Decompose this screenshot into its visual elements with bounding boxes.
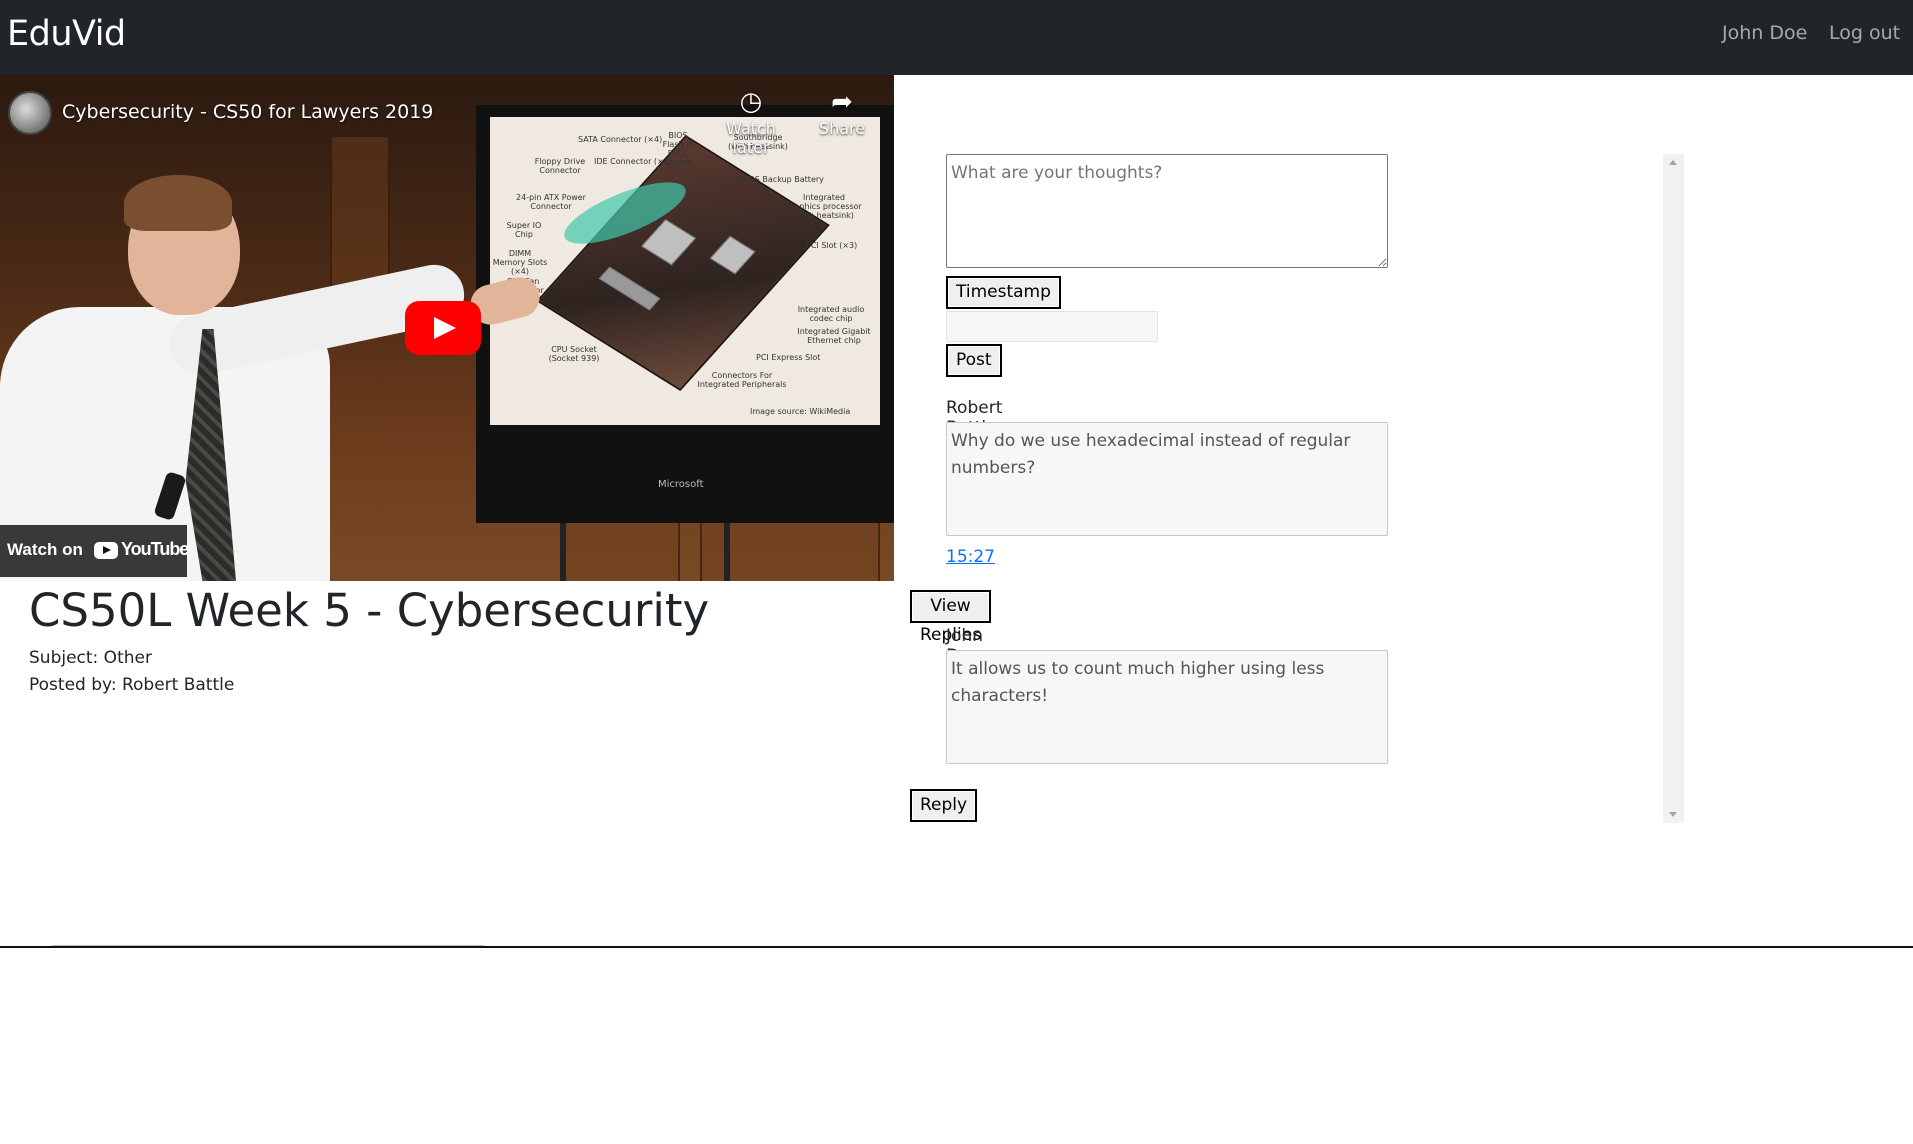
slide-label: Connectors For Integrated Peripherals <box>697 371 787 389</box>
play-button[interactable] <box>405 301 481 355</box>
share-arrow-icon: ➦ <box>831 87 853 117</box>
timestamp-button[interactable]: Timestamp <box>946 276 1061 309</box>
page-title: CS50L Week 5 - Cybersecurity <box>29 584 710 637</box>
reply-button[interactable]: Reply <box>910 789 978 822</box>
microsoft-label: Microsoft <box>658 479 704 490</box>
share-label: Share <box>818 119 866 138</box>
page-divider <box>0 946 1913 948</box>
comment-text: Why do we use hexadecimal instead of reg… <box>946 422 1388 536</box>
slide-label: CPU Socket (Socket 939) <box>548 345 600 363</box>
page-divider-highlight <box>52 945 484 946</box>
comments-scrollbar[interactable] <box>1663 154 1684 823</box>
presentation-screen: SATA Connector (×4) BIOS Flash in PLCC S… <box>476 105 894 523</box>
slide-label: Image source: WikiMedia <box>750 407 851 416</box>
share-button[interactable]: ➦ Share <box>797 85 887 138</box>
video-posted-by: Posted by: Robert Battle <box>29 675 235 695</box>
slide-label: IDE Connector (×2) <box>594 157 672 166</box>
video-title[interactable]: Cybersecurity - CS50 for Lawyers 2019 <box>62 101 433 123</box>
navbar: EduVid John Doe Log out <box>0 0 1913 75</box>
slide-label: PCI Slot (×3) <box>806 241 858 250</box>
wood-panel <box>330 135 390 295</box>
comment-timestamp-link[interactable]: 15:27 <box>946 547 995 567</box>
slide-label: CMOS Backup Battery <box>736 175 824 184</box>
reply-text: It allows us to count much higher using … <box>946 650 1388 764</box>
watch-later-button[interactable]: ◷ Watch later <box>706 85 796 157</box>
slide-label: Integrated audio codec chip <box>797 305 865 323</box>
video-player[interactable]: SATA Connector (×4) BIOS Flash in PLCC S… <box>0 75 894 581</box>
channel-avatar[interactable] <box>8 91 52 135</box>
slide: SATA Connector (×4) BIOS Flash in PLCC S… <box>490 117 880 425</box>
scroll-up-arrow-icon[interactable] <box>1669 160 1677 165</box>
brand-logo[interactable]: EduVid <box>7 14 126 54</box>
video-subject: Subject: Other <box>29 648 152 668</box>
slide-label: SATA Connector (×4) <box>578 135 663 144</box>
screen-stand <box>724 523 730 581</box>
view-replies-button[interactable]: View Replies <box>910 590 992 645</box>
comment-input[interactable] <box>946 154 1388 268</box>
watch-on-youtube-button[interactable]: Watch on YouTube <box>0 525 189 577</box>
slide-label: Integrated graphics processor (with heat… <box>786 193 862 220</box>
slide-label: Integrated Gigabit Ethernet chip <box>797 327 871 345</box>
watch-on-label: Watch on <box>7 540 83 559</box>
timestamp-input[interactable] <box>946 311 1158 342</box>
youtube-wordmark: YouTube <box>121 539 189 559</box>
screen-stand <box>560 523 566 581</box>
scroll-down-arrow-icon[interactable] <box>1669 812 1677 817</box>
clock-icon: ◷ <box>739 87 763 117</box>
youtube-play-icon <box>94 542 118 559</box>
slide-label: Super IO Chip <box>506 221 542 239</box>
slide-label: DIMM Memory Slots (×4) <box>492 249 548 276</box>
wood-panel <box>560 515 680 581</box>
slide-label: PCI Express Slot <box>756 353 821 362</box>
slide-label: 24-pin ATX Power Connector <box>516 193 586 211</box>
presenter-hair <box>124 175 232 231</box>
nav-logout-link[interactable]: Log out <box>1829 22 1900 44</box>
slide-label: Floppy Drive Connector <box>534 157 586 175</box>
post-button[interactable]: Post <box>946 344 1002 377</box>
nav-user-link[interactable]: John Doe <box>1722 22 1807 44</box>
watch-later-label: Watch later <box>726 119 776 157</box>
